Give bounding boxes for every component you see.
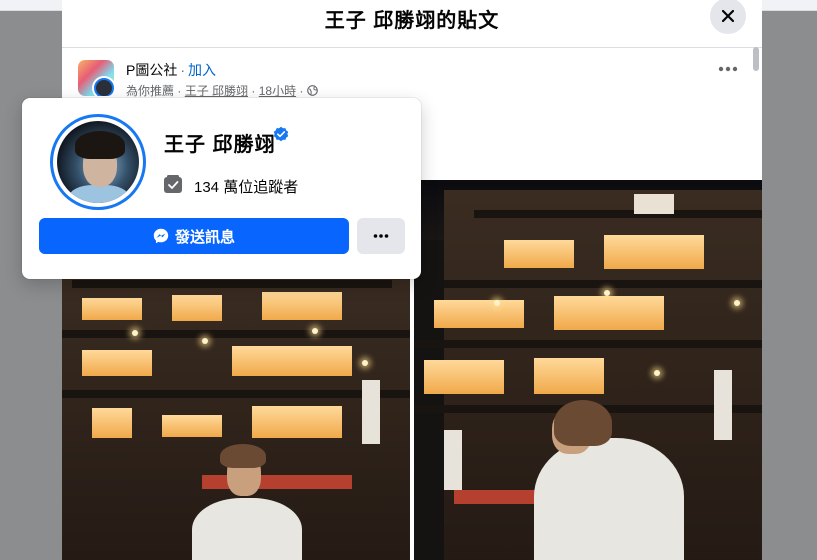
post-photo-2[interactable] [414, 180, 762, 560]
profile-avatar[interactable] [57, 121, 139, 203]
separator: · [251, 84, 256, 98]
post-more-button[interactable] [710, 57, 746, 81]
profile-name[interactable]: 王子 邱勝翊 [164, 128, 276, 157]
dialog-header: 王子 邱勝翊的貼文 [62, 0, 762, 48]
recommended-label: 為你推薦 [126, 84, 175, 98]
profile-hover-card: 王子 邱勝翊 134 萬位追蹤者 發送訊息 [22, 98, 421, 279]
verified-badge-icon [273, 126, 289, 142]
dialog-title: 王子 邱勝翊的貼文 [324, 10, 500, 32]
join-link[interactable]: 加入 [188, 62, 216, 78]
group-avatar[interactable] [78, 60, 114, 96]
messenger-icon [153, 228, 169, 244]
post-group-line: P圖公社 · 加入 [126, 60, 216, 80]
followers-count: 134 萬位追蹤者 [194, 179, 299, 196]
author-link[interactable]: 王子 邱勝翊 [185, 84, 248, 98]
send-message-button[interactable]: 發送訊息 [39, 218, 349, 254]
more-horizontal-icon [718, 66, 738, 72]
post-meta: 為你推薦 · 王子 邱勝翊 · 18小時 · [126, 82, 318, 99]
scroll-thumb[interactable] [753, 47, 759, 71]
separator: · [180, 62, 186, 78]
timestamp-link[interactable]: 18小時 [259, 84, 296, 98]
globe-icon [306, 85, 318, 96]
close-icon [721, 9, 735, 23]
hover-card-more-button[interactable] [357, 218, 405, 254]
post-dialog: 王子 邱勝翊的貼文 P圖公社 · 加入 為你推薦 · 王子 邱勝翊 · 18小時 · [62, 0, 762, 560]
followers-icon [164, 175, 182, 193]
separator: · [177, 84, 182, 98]
author-avatar[interactable] [94, 78, 114, 96]
post-header: P圖公社 · 加入 為你推薦 · 王子 邱勝翊 · 18小時 · [78, 58, 738, 102]
more-horizontal-icon [373, 234, 389, 238]
group-name-link[interactable]: P圖公社 [126, 62, 177, 78]
separator: · [299, 84, 304, 98]
send-message-label: 發送訊息 [174, 228, 235, 246]
